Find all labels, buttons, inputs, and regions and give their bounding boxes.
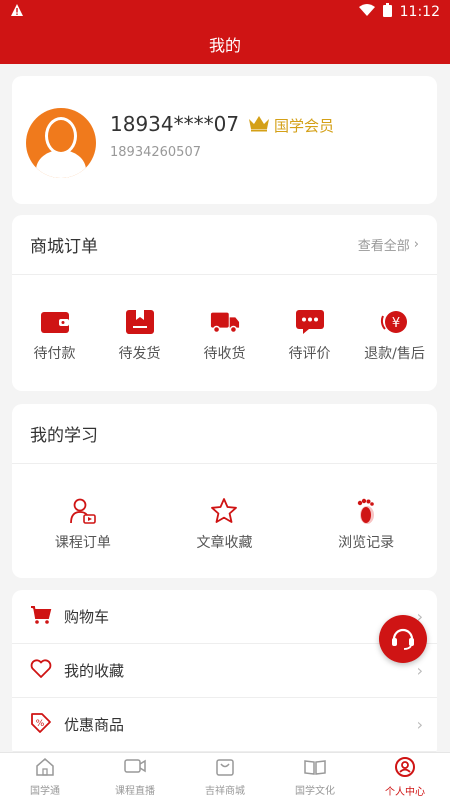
tab-label: 吉祥商城 — [205, 785, 245, 797]
menu-item-cart[interactable]: 购物车 › — [12, 590, 437, 644]
orders-title: 商城订单 — [30, 237, 98, 257]
course-orders-item[interactable]: 课程订单 — [33, 498, 133, 552]
order-label: 待收货 — [203, 346, 246, 362]
battery-icon — [382, 3, 392, 21]
tab-course-live[interactable]: 课程直播 — [90, 753, 180, 800]
order-pending-review[interactable]: 待评价 — [270, 309, 350, 363]
star-icon — [209, 498, 239, 524]
user-icon — [394, 756, 416, 781]
tab-label: 个人中心 — [385, 786, 425, 798]
order-refund[interactable]: ¥ 退款/售后 — [355, 309, 435, 363]
study-card: 我的学习 课程订单 文章收藏 浏览记录 — [12, 404, 437, 578]
footprint-icon — [351, 498, 381, 524]
tab-label: 国学文化 — [295, 785, 335, 797]
order-label: 待发货 — [118, 346, 161, 362]
tab-guoxuetong[interactable]: 国学通 — [0, 753, 90, 800]
package-icon — [125, 309, 155, 335]
home-icon — [34, 757, 56, 780]
cart-icon — [30, 605, 52, 629]
menu-label: 我的收藏 — [64, 662, 125, 680]
menu-card: 购物车 › 我的收藏 › % 优惠商品 › — [12, 590, 437, 758]
tab-personal-center[interactable]: 个人中心 — [360, 753, 450, 800]
wallet-icon — [40, 309, 70, 335]
bag-icon — [214, 757, 236, 780]
tab-label: 国学通 — [30, 785, 60, 797]
vip-badge: 国学会员 — [248, 114, 334, 136]
menu-label: 购物车 — [64, 608, 110, 626]
study-label: 浏览记录 — [338, 535, 395, 551]
book-icon — [303, 757, 327, 780]
chevron-right-icon: › — [413, 237, 419, 252]
user-id: 18934260507 — [110, 145, 201, 160]
order-label: 退款/售后 — [364, 346, 425, 362]
see-all-orders-link[interactable]: 查看全部 › — [358, 235, 419, 254]
browsing-history-item[interactable]: 浏览记录 — [316, 498, 416, 552]
chevron-right-icon: › — [416, 715, 423, 734]
menu-item-discount[interactable]: % 优惠商品 › — [12, 698, 437, 752]
chat-icon — [295, 309, 325, 335]
svg-text:¥: ¥ — [391, 316, 399, 331]
order-pending-receipt[interactable]: 待收货 — [185, 309, 265, 363]
warning-icon — [10, 3, 24, 21]
avatar[interactable] — [26, 108, 96, 178]
clock-time: 11:12 — [399, 4, 440, 20]
study-title: 我的学习 — [30, 426, 98, 446]
truck-icon — [210, 309, 240, 335]
bottom-tab-bar: 国学通 课程直播 吉祥商城 国学文化 个人中心 — [0, 752, 450, 800]
study-header: 我的学习 — [12, 404, 437, 464]
customer-service-button[interactable] — [379, 615, 427, 663]
tab-mall[interactable]: 吉祥商城 — [180, 753, 270, 800]
page-header: 我的 — [0, 24, 450, 64]
course-order-icon — [68, 498, 98, 524]
see-all-label: 查看全部 — [357, 239, 410, 254]
menu-item-favorites[interactable]: 我的收藏 › — [12, 644, 437, 698]
heart-icon — [30, 658, 52, 683]
chevron-right-icon: › — [416, 661, 423, 680]
tab-label: 课程直播 — [115, 785, 155, 797]
wifi-icon — [358, 4, 375, 20]
headset-icon — [389, 623, 417, 655]
order-pending-payment[interactable]: 待付款 — [15, 309, 95, 363]
order-label: 待付款 — [33, 346, 76, 362]
order-label: 待评价 — [288, 346, 331, 362]
study-label: 文章收藏 — [196, 535, 253, 551]
tab-culture[interactable]: 国学文化 — [270, 753, 360, 800]
article-favorites-item[interactable]: 文章收藏 — [174, 498, 274, 552]
status-bar: 11:12 — [0, 0, 450, 24]
menu-label: 优惠商品 — [64, 716, 125, 734]
orders-card: 商城订单 查看全部 › 待付款 待发货 待收货 待评价 ¥ 退款/售后 — [12, 215, 437, 391]
page-title: 我的 — [208, 36, 241, 55]
vip-label: 国学会员 — [274, 116, 335, 135]
profile-card[interactable]: 18934****07 国学会员 18934260507 — [12, 76, 437, 204]
order-pending-shipment[interactable]: 待发货 — [100, 309, 180, 363]
username: 18934****07 — [110, 112, 240, 136]
crown-icon — [248, 114, 270, 136]
svg-text:%: % — [36, 719, 45, 729]
study-label: 课程订单 — [54, 535, 111, 551]
video-icon — [123, 757, 147, 780]
discount-icon: % — [30, 712, 52, 738]
refund-icon: ¥ — [380, 309, 410, 335]
orders-header: 商城订单 查看全部 › — [12, 215, 437, 275]
